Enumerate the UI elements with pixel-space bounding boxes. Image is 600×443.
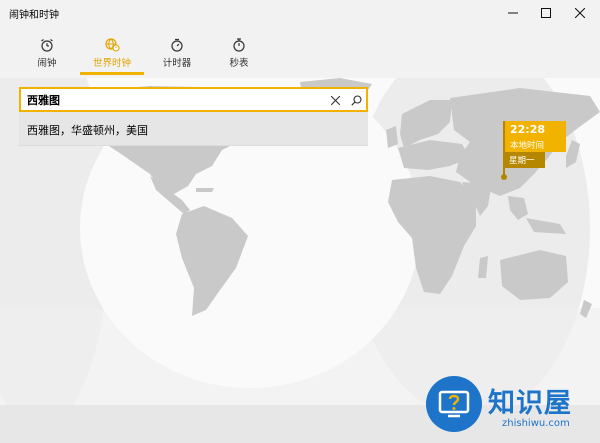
day-label: 星期一: [509, 156, 535, 166]
tab-timer[interactable]: 计时器: [148, 34, 206, 76]
tab-world-clock[interactable]: 世界时钟: [80, 34, 144, 76]
close-icon: [330, 95, 340, 105]
watermark-title: 知识屋: [488, 388, 572, 419]
alarm-clock-icon: [40, 38, 54, 52]
tab-bar: 闹钟 世界时钟 计时器 秒表: [18, 34, 272, 76]
day-badge: 星期一: [505, 152, 545, 168]
stopwatch-icon: [232, 38, 246, 52]
local-time-label: 本地时间: [510, 141, 545, 151]
watermark: 知识屋 zhishiwu.com: [426, 373, 596, 435]
clock-location-dot: [501, 174, 507, 180]
search-icon: [350, 94, 362, 106]
close-button[interactable]: [558, 0, 600, 26]
tab-stopwatch[interactable]: 秒表: [210, 34, 268, 76]
tab-stopwatch-label: 秒表: [229, 58, 249, 69]
search-button[interactable]: [348, 92, 364, 108]
title-bar: 闹钟和时钟: [0, 0, 600, 26]
app-window: 闹钟和时钟 闹钟 世界时钟 计时器 秒表 22:28 本地时间 星期一 西雅图 …: [0, 0, 600, 443]
tab-world-clock-label: 世界时钟: [92, 58, 131, 69]
tab-timer-label: 计时器: [162, 58, 192, 69]
tab-alarm[interactable]: 闹钟: [18, 34, 76, 76]
local-clock-card[interactable]: 22:28 本地时间: [505, 121, 566, 152]
watermark-subtitle: zhishiwu.com: [502, 418, 570, 429]
local-time: 22:28: [510, 123, 546, 136]
tab-alarm-label: 闹钟: [37, 58, 57, 69]
minimize-icon: [508, 8, 518, 18]
search-input[interactable]: [27, 91, 317, 109]
watermark-logo-icon: [426, 376, 482, 432]
search-suggestion[interactable]: 西雅图，华盛顿州，美国: [19, 112, 368, 146]
timer-icon: [170, 38, 184, 52]
suggestion-text: 西雅图，华盛顿州，美国: [27, 124, 148, 137]
clear-button[interactable]: [327, 92, 343, 108]
location-search-box: [19, 87, 368, 112]
maximize-icon: [541, 8, 551, 18]
window-title: 闹钟和时钟: [9, 10, 59, 21]
close-icon: [575, 8, 585, 18]
world-clock-icon: [104, 38, 120, 52]
